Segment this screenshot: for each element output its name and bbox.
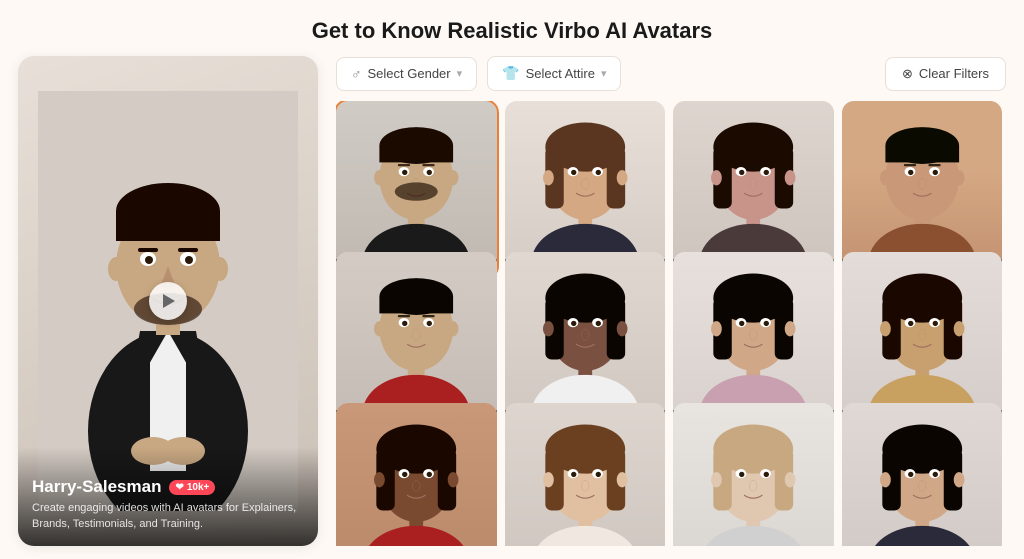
heart-icon: ❤: [175, 482, 183, 493]
avatar-description: Create engaging videos with AI avatars f…: [32, 501, 304, 532]
avatar-card-bg: [336, 403, 497, 546]
play-button[interactable]: [149, 282, 187, 320]
clear-filters-label: Clear Filters: [919, 66, 989, 81]
left-panel: Harry-Salesman ❤ 10k+ Create engaging vi…: [18, 56, 318, 546]
like-count: 10k+: [187, 482, 210, 493]
avatar-grid: Harry-Salesman▶ Emily-Business▶: [336, 101, 1006, 546]
like-badge: ❤ 10k+: [169, 480, 215, 495]
filters-row: ♂ Select Gender ▾ 👕 Select Attire ▾ ⊗ Cl…: [336, 56, 1006, 91]
avatar-card-bg: [673, 403, 834, 546]
avatar-card[interactable]: Elena-Professional▶: [673, 403, 834, 546]
avatar-name-row: Harry-Salesman ❤ 10k+: [32, 477, 304, 497]
avatar-card[interactable]: Chloe-Elegant▶: [505, 403, 666, 546]
avatar-preview: Harry-Salesman ❤ 10k+ Create engaging vi…: [18, 56, 318, 546]
clear-filters-button[interactable]: ⊗ Clear Filters: [885, 57, 1006, 91]
main-layout: Harry-Salesman ❤ 10k+ Create engaging vi…: [0, 56, 1024, 546]
gender-filter-button[interactable]: ♂ Select Gender ▾: [336, 57, 477, 91]
clear-filters-icon: ⊗: [902, 66, 913, 82]
avatar-info-overlay: Harry-Salesman ❤ 10k+ Create engaging vi…: [18, 447, 318, 546]
avatar-card-bg: [842, 403, 1003, 546]
right-panel: ♂ Select Gender ▾ 👕 Select Attire ▾ ⊗ Cl…: [336, 56, 1006, 546]
attire-filter-button[interactable]: 👕 Select Attire ▾: [487, 56, 621, 91]
avatar-display-name: Harry-Salesman: [32, 477, 161, 497]
attire-icon: 👕: [502, 65, 519, 82]
play-icon: [163, 294, 175, 308]
page-title: Get to Know Realistic Virbo AI Avatars: [0, 0, 1024, 56]
attire-chevron-icon: ▾: [601, 67, 607, 80]
avatar-card[interactable]: Thuy-Formal▶: [842, 403, 1003, 546]
gender-filter-label: Select Gender: [368, 66, 451, 81]
avatar-card-bg: [505, 403, 666, 546]
avatar-card[interactable]: Contes-Fashion▶: [336, 403, 497, 546]
gender-icon: ♂: [351, 66, 362, 82]
gender-chevron-icon: ▾: [457, 67, 463, 80]
attire-filter-label: Select Attire: [526, 66, 595, 81]
